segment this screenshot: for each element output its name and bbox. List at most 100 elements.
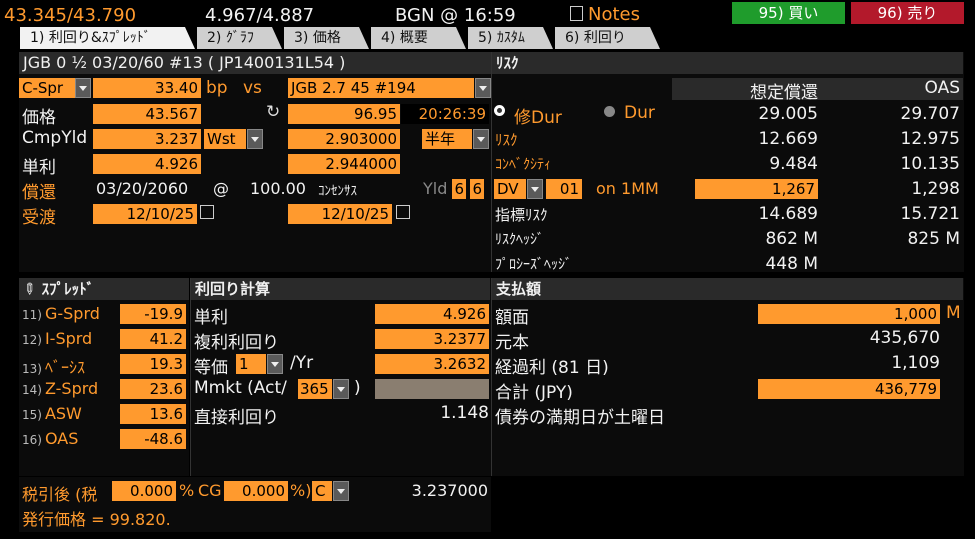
z-spread-value: 23.6	[120, 379, 186, 399]
yc-equiv-n-dropdown[interactable]	[267, 354, 283, 374]
spread-row-basis[interactable]: 13) ﾍﾞｰｼｽ	[22, 354, 85, 378]
simple-yield-input[interactable]: 4.926	[93, 154, 201, 174]
risk-value-2: 12.975	[900, 129, 960, 149]
yc-direct-value: 1.148	[440, 403, 489, 423]
spread-label: G-Sprd	[44, 304, 100, 323]
total-label: 合計 (JPY)	[495, 383, 573, 403]
spread-label: I-Sprd	[44, 329, 93, 348]
accrued-value: 1,109	[891, 353, 940, 373]
sell-button[interactable]: 96) 売り	[851, 2, 964, 24]
spread-label: ﾍﾞｰｼｽ	[44, 358, 85, 377]
row-number: 11)	[22, 308, 42, 322]
mod-dur-label[interactable]: 修Dur	[514, 103, 562, 128]
tab-yield[interactable]: 6) 利回り	[555, 27, 660, 49]
risk-label: ﾘｽｸ	[495, 131, 518, 149]
wst-dropdown[interactable]	[247, 129, 263, 149]
bench-simple-input[interactable]: 2.944000	[288, 154, 400, 174]
dv-on-label: on 1MM	[596, 179, 659, 198]
bench-yield-input[interactable]: 2.903000	[288, 129, 400, 149]
dv-value-1: 1,267	[695, 179, 818, 199]
g-spread-value: -19.9	[120, 304, 186, 324]
benchmark-input[interactable]: JGB 2.7 45 #194	[288, 78, 474, 98]
frequency-select[interactable]: 半年	[422, 129, 472, 149]
spread-label: ASW	[44, 404, 82, 423]
yld-input-b[interactable]: 6	[470, 179, 484, 199]
spread-bp-input[interactable]: 33.40	[93, 78, 201, 98]
cg-pct: %)	[290, 481, 312, 500]
spread-header-label: ｽﾌﾟﾚｯﾄﾞ	[41, 280, 95, 298]
accrued-label: 経過利 (81 日)	[495, 358, 609, 378]
tab-price[interactable]: 3) 価格	[284, 27, 369, 49]
spread-row-asw[interactable]: 15) ASW	[22, 404, 82, 423]
tax-input[interactable]: 0.000	[112, 481, 176, 501]
dv-code-input[interactable]: 01	[546, 179, 582, 199]
price-label: 価格	[22, 108, 56, 128]
calendar-icon[interactable]	[200, 205, 214, 219]
cmpyld-input[interactable]: 3.237	[93, 129, 201, 149]
risk-hedge-value-1: 862 M	[765, 229, 818, 249]
cg-label: CG	[198, 481, 222, 500]
row-number: 16)	[22, 433, 42, 447]
dv-dropdown[interactable]	[527, 179, 543, 199]
yc-mmkt-basis-dropdown[interactable]	[333, 379, 349, 399]
benchmark-dropdown[interactable]	[475, 78, 491, 98]
tab-graph[interactable]: 2) ｸﾞﾗﾌ	[197, 27, 282, 49]
consensus-label: ｺﾝｾﾝｻｽ	[318, 184, 357, 199]
c-dropdown[interactable]	[333, 481, 349, 501]
security-title: JGB 0 ½ 03/20/60 #13 ( JP1400131L54 )	[19, 52, 491, 74]
bench-settle-input[interactable]: 12/10/25	[288, 204, 392, 224]
dv-value-2: 1,298	[911, 179, 960, 199]
refresh-icon[interactable]: ↻	[266, 102, 280, 122]
benchmark-risk-value-1: 14.689	[758, 204, 818, 224]
tab-custom[interactable]: 5) ｶｽﾀﾑ	[468, 27, 553, 49]
bench-calendar-icon[interactable]	[396, 205, 410, 219]
wst-select[interactable]: Wst	[204, 129, 246, 149]
basis-value: 19.3	[120, 354, 186, 374]
row-number: 14)	[22, 383, 42, 397]
issue-price: 発行価格 = 99.820.	[22, 510, 171, 529]
yc-simple-value: 4.926	[375, 304, 489, 324]
spread-row-oas[interactable]: 16) OAS	[22, 429, 78, 448]
mod-dur-value-1: 29.005	[758, 104, 818, 124]
spread-row-g[interactable]: 11) G-Sprd	[22, 304, 100, 323]
yc-compound-label: 複利利回り	[194, 333, 279, 353]
yc-mmkt-close: )	[354, 378, 361, 398]
pencil-icon[interactable]: ✎	[17, 277, 41, 301]
c-select[interactable]: C	[312, 481, 332, 501]
spread-type-dropdown[interactable]	[75, 78, 91, 98]
risk-header: ﾘｽｸ	[492, 52, 963, 74]
maturity-note: 債券の満期日が土曜日	[495, 408, 665, 428]
simple-yield-label: 単利	[22, 158, 56, 178]
yc-mmkt-basis-input[interactable]: 365	[298, 379, 332, 399]
principal-label: 元本	[495, 333, 529, 353]
risk-value-1: 12.669	[758, 129, 818, 149]
benchmark-risk-label: 指標ﾘｽｸ	[495, 206, 548, 224]
after-tax-yield: 3.237000	[411, 481, 488, 500]
spread-row-i[interactable]: 12) I-Sprd	[22, 329, 92, 348]
mod-dur-radio[interactable]	[494, 105, 505, 116]
yld-input-a[interactable]: 6	[452, 179, 466, 199]
yc-equiv-value: 3.2632	[375, 354, 489, 374]
frequency-dropdown[interactable]	[473, 129, 489, 149]
proceeds-hedge-label: ﾌﾟﾛｼｰｽﾞﾍｯｼﾞ	[495, 257, 572, 273]
bid-ask-price: 43.345/43.790	[4, 5, 137, 26]
face-input[interactable]: 1,000	[758, 304, 940, 324]
spread-row-z[interactable]: 14) Z-Sprd	[22, 379, 98, 398]
settle-date-input[interactable]: 12/10/25	[93, 204, 197, 224]
tab-yield-spread[interactable]: 1) 利回り&ｽﾌﾟﾚｯﾄﾞ	[20, 27, 195, 49]
tab-overview[interactable]: 4) 概要	[371, 27, 466, 49]
notes-button[interactable]: Notes	[570, 4, 640, 25]
yc-equiv-label: 等価	[194, 358, 228, 378]
dv-select[interactable]: DV	[494, 179, 526, 199]
yc-equiv-n-input[interactable]: 1	[236, 354, 266, 374]
dur-label[interactable]: Dur	[624, 103, 655, 123]
buy-button[interactable]: 95) 買い	[732, 2, 845, 24]
dur-radio[interactable]	[604, 106, 615, 117]
spread-type-select[interactable]: C-Spr	[19, 78, 75, 98]
total-value: 436,779	[758, 379, 940, 399]
bench-price-input[interactable]: 96.95	[288, 104, 400, 124]
cg-input[interactable]: 0.000	[224, 481, 288, 501]
notes-icon	[570, 6, 583, 21]
price-input[interactable]: 43.567	[93, 104, 201, 124]
yc-mmkt-value	[375, 379, 489, 399]
